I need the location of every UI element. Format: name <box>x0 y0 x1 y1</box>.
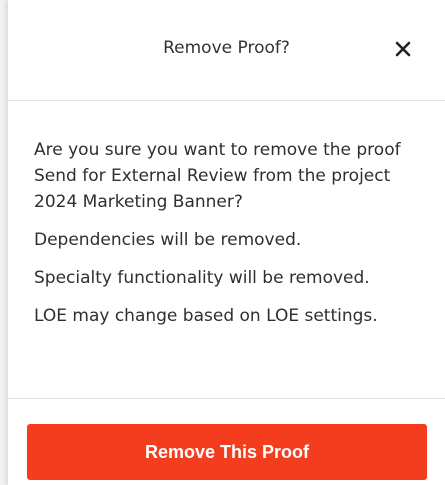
close-button[interactable] <box>392 38 414 60</box>
loe-note: LOE may change based on LOE settings. <box>34 306 378 326</box>
dependencies-note: Dependencies will be removed. <box>34 230 302 250</box>
specialty-note: Specialty functionality will be removed. <box>34 268 370 288</box>
dialog-header: Remove Proof? <box>8 0 445 101</box>
remove-proof-dialog: Remove Proof? Are you sure you want to r… <box>8 0 445 485</box>
dialog-title: Remove Proof? <box>163 38 290 58</box>
dialog-body: Are you sure you want to remove the proo… <box>8 101 445 399</box>
confirm-message: Are you sure you want to remove the proo… <box>34 140 401 212</box>
remove-proof-button[interactable]: Remove This Proof <box>27 424 427 480</box>
dialog-footer: Remove This Proof <box>8 399 445 485</box>
close-icon <box>395 41 411 57</box>
